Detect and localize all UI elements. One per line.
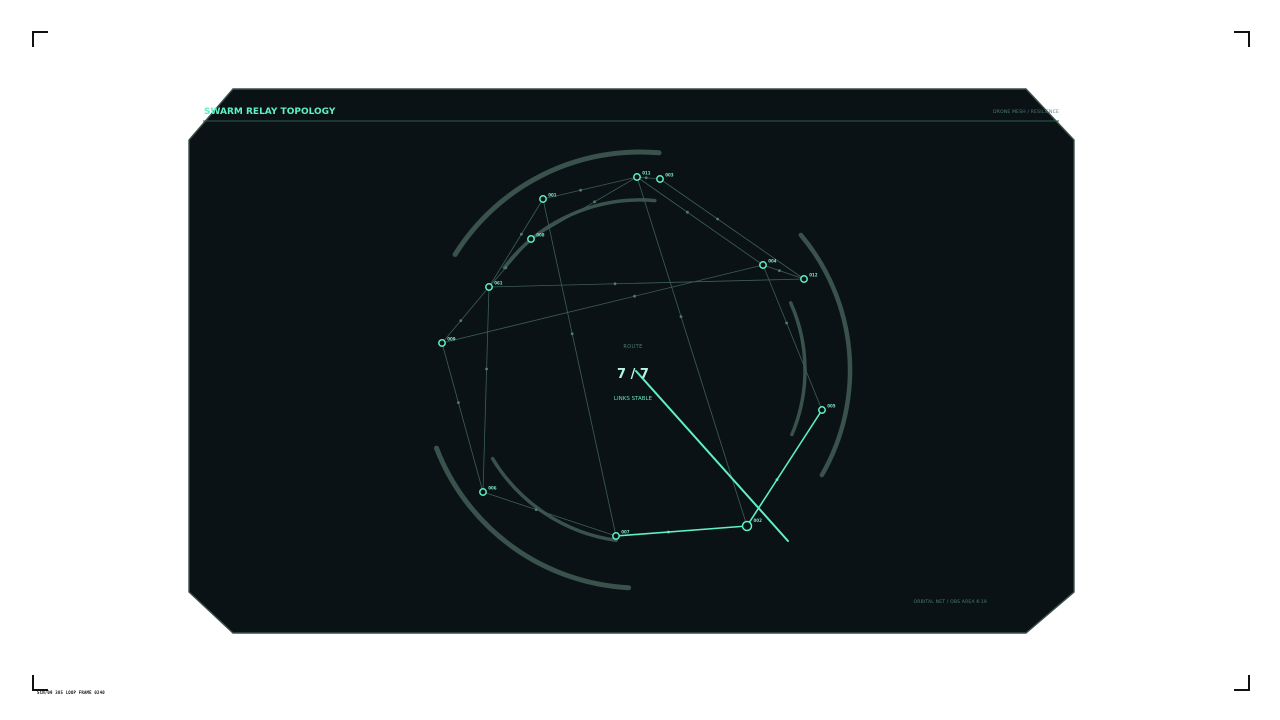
- relay-node-label-011: 011: [642, 170, 651, 175]
- link-packet-011-004: [686, 210, 689, 214]
- link-packet-061-012: [613, 282, 617, 286]
- topology-panel: SWARM RELAY TOPOLOGY DRONE MESH / RESILI…: [188, 88, 1075, 634]
- relay-node-label-008: 008: [536, 232, 545, 237]
- link-packet-004-012: [778, 269, 781, 272]
- relay-node-marker-007[interactable]: [612, 532, 620, 540]
- relay-node-marker-002[interactable]: [741, 520, 753, 532]
- panel-title: SWARM RELAY TOPOLOGY: [204, 107, 336, 117]
- link-packet-011-008: [593, 200, 596, 204]
- relay-node-label-012: 012: [809, 272, 818, 277]
- link-packet-001-061: [520, 232, 523, 236]
- link-packet-003-012: [716, 217, 719, 221]
- relay-node-label-001: 001: [548, 192, 557, 197]
- link-packet-001-007: [570, 332, 574, 336]
- relay-node-label-006: 006: [488, 485, 497, 490]
- location-label: ORBITAL NET / OBS AREA K-19: [914, 599, 987, 605]
- relay-node-label-005: 005: [827, 403, 836, 408]
- link-packet-007-002: [667, 530, 670, 534]
- relay-node-label-004: 004: [768, 258, 777, 263]
- link-packet-001-011: [579, 188, 582, 192]
- link-packet-004-009: [633, 294, 636, 298]
- panel-subtitle: DRONE MESH / RESILIENCE: [993, 109, 1059, 115]
- route-count: 7 / 7: [617, 367, 649, 382]
- relay-node-marker-011[interactable]: [633, 173, 641, 181]
- relay-node-label-009: 009: [447, 336, 456, 341]
- link-packet-009-006: [457, 401, 460, 404]
- link-packet-061-006: [485, 367, 488, 371]
- relay-node-marker-009[interactable]: [438, 339, 446, 347]
- panel-frame: [188, 88, 1075, 634]
- link-packet-011-003: [644, 176, 648, 180]
- link-packet-011-002: [679, 315, 683, 318]
- relay-node-marker-006[interactable]: [479, 488, 487, 496]
- relay-node-label-003: 003: [665, 172, 674, 177]
- relay-node-label-002: 002: [754, 518, 763, 523]
- link-packet-004-005: [785, 321, 788, 325]
- relay-node-marker-003[interactable]: [656, 175, 664, 183]
- link-packet-002-005: [775, 478, 779, 481]
- relay-node-label-007: 007: [621, 529, 630, 534]
- relay-node-marker-061[interactable]: [485, 283, 493, 291]
- route-status: LINKS STABLE: [614, 396, 653, 402]
- relay-node-marker-004[interactable]: [759, 261, 767, 269]
- link-packet-061-008: [504, 266, 508, 270]
- relay-node-marker-008[interactable]: [527, 235, 535, 243]
- link-packet-006-007: [534, 508, 538, 511]
- link-packet-009-061: [459, 319, 463, 322]
- route-label: ROUTE: [623, 344, 642, 350]
- relay-node-marker-012[interactable]: [800, 275, 808, 283]
- relay-node-marker-005[interactable]: [818, 406, 826, 414]
- relay-node-marker-001[interactable]: [539, 195, 547, 203]
- relay-node-label-061: 061: [494, 280, 503, 285]
